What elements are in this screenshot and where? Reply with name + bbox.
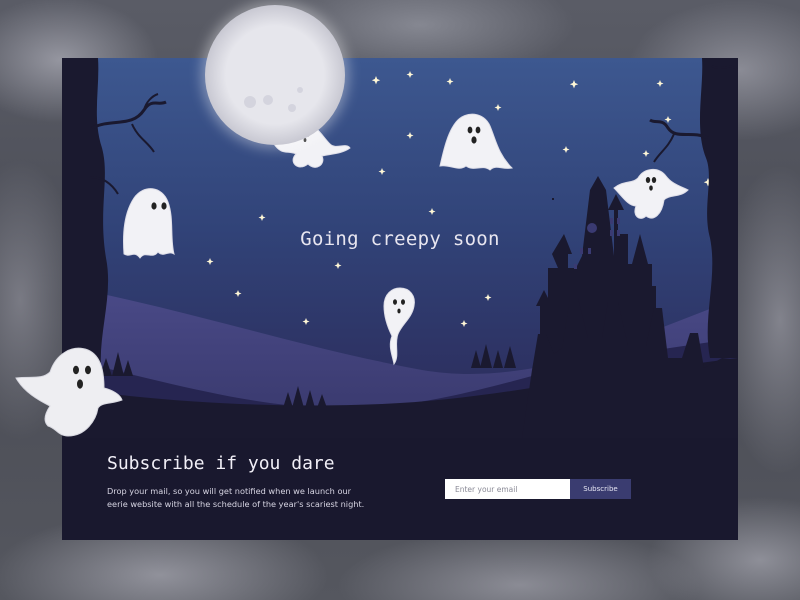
page-headline: Going creepy soon bbox=[300, 228, 500, 250]
subscribe-button[interactable]: Subscribe bbox=[570, 479, 631, 499]
subscribe-description: Drop your mail, so you will get notified… bbox=[107, 486, 365, 509]
subscribe-title: Subscribe if you dare bbox=[107, 453, 335, 474]
email-field[interactable] bbox=[445, 479, 570, 499]
landing-page: Going creepy soon Subscribe if you dare … bbox=[62, 58, 738, 540]
